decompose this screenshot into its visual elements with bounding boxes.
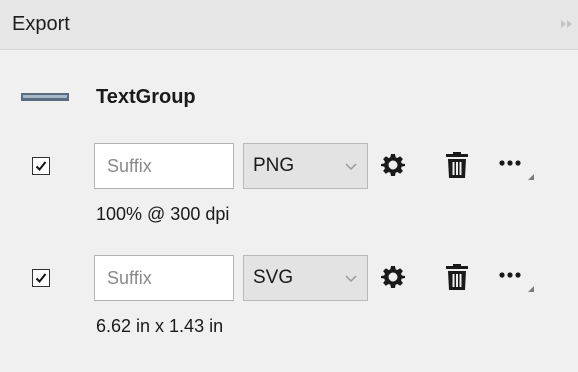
more-options-icon[interactable] [499, 158, 539, 180]
export-enabled-checkbox[interactable] [32, 269, 50, 287]
format-dropdown[interactable]: PNG [243, 143, 368, 189]
gear-icon[interactable] [381, 153, 405, 177]
gear-icon[interactable] [381, 265, 405, 289]
suffix-input[interactable] [94, 143, 234, 189]
export-panel: Export TextGroup PNG [0, 0, 578, 372]
suffix-input[interactable] [94, 255, 234, 301]
checkmark-icon [35, 161, 47, 171]
chevron-down-icon [345, 275, 357, 283]
collapse-panel-icon[interactable] [560, 18, 574, 30]
format-selected-value: SVG [253, 267, 294, 288]
export-setting-description: 6.62 in x 1.43 in [96, 316, 224, 336]
panel-header: Export [0, 0, 578, 50]
export-setting-row: SVG [0, 252, 578, 304]
export-object-row: TextGroup [0, 76, 578, 116]
more-options-icon[interactable] [499, 270, 539, 292]
export-enabled-checkbox[interactable] [32, 157, 50, 175]
format-dropdown[interactable]: SVG [243, 255, 368, 301]
layer-bar-icon [21, 93, 69, 101]
object-name: TextGroup [96, 86, 196, 108]
chevron-down-icon [345, 163, 357, 171]
format-selected-value: PNG [253, 155, 295, 176]
export-setting-row: PNG [0, 140, 578, 192]
export-setting-description: 100% @ 300 dpi [96, 204, 230, 224]
checkmark-icon [35, 273, 47, 283]
trash-icon[interactable] [446, 264, 468, 290]
trash-icon[interactable] [446, 152, 468, 178]
panel-title: Export [12, 13, 70, 35]
